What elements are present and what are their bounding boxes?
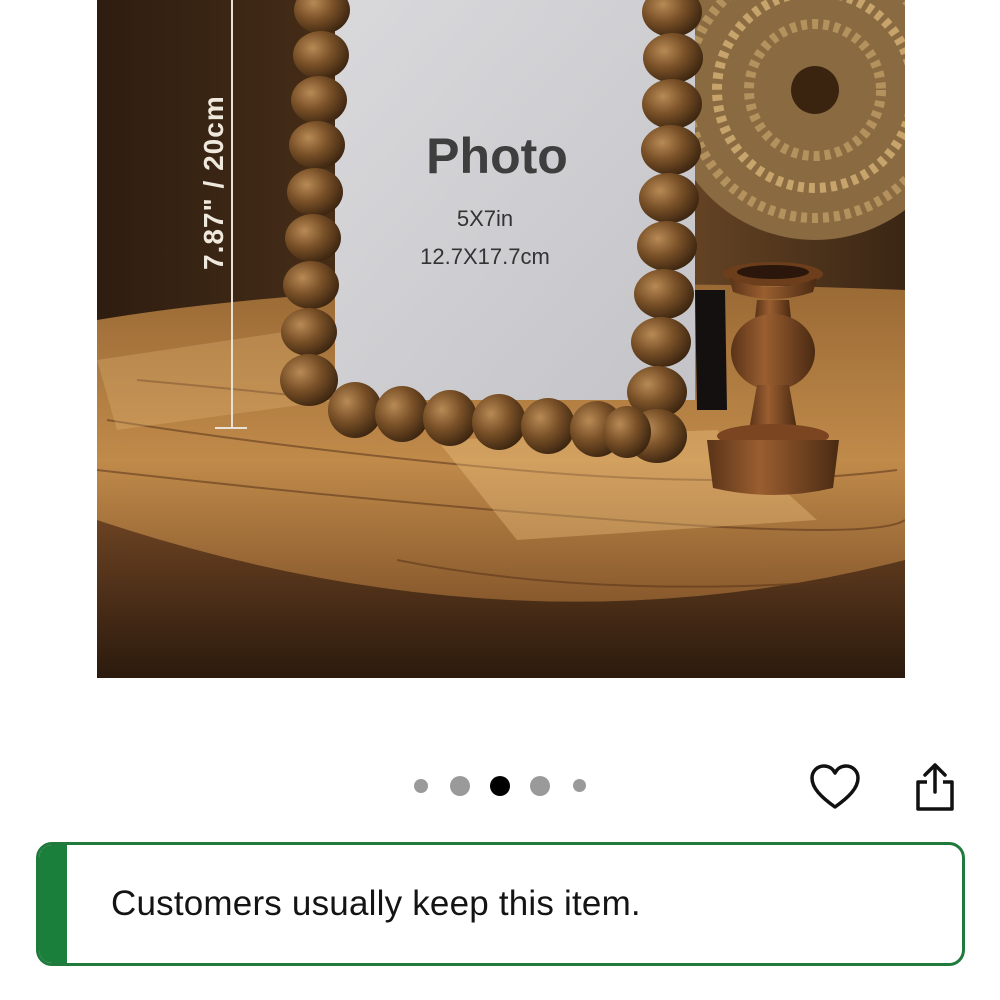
- banner-accent-bar: [39, 845, 67, 963]
- share-button[interactable]: [906, 758, 964, 816]
- keep-item-banner: Customers usually keep this item.: [36, 842, 965, 966]
- carousel-dot-2[interactable]: [450, 776, 470, 796]
- photo-placeholder-size-in: 5X7in: [457, 206, 513, 231]
- carousel-dot-4[interactable]: [530, 776, 550, 796]
- photo-placeholder-title: Photo: [426, 128, 568, 184]
- heart-icon: [810, 764, 860, 809]
- keep-item-message: Customers usually keep this item.: [111, 884, 641, 923]
- carousel-dot-5[interactable]: [573, 779, 586, 792]
- product-image[interactable]: 7.87" / 20cm Photo 5X7in 12.7X17.7cm: [97, 0, 905, 678]
- photo-placeholder-size-cm: 12.7X17.7cm: [420, 244, 550, 269]
- carousel-dot-1[interactable]: [414, 779, 428, 793]
- share-icon: [916, 763, 954, 811]
- carousel-dot-3-active[interactable]: [490, 776, 510, 796]
- height-dimension-label: 7.87" / 20cm: [198, 95, 229, 270]
- favorite-button[interactable]: [806, 758, 864, 816]
